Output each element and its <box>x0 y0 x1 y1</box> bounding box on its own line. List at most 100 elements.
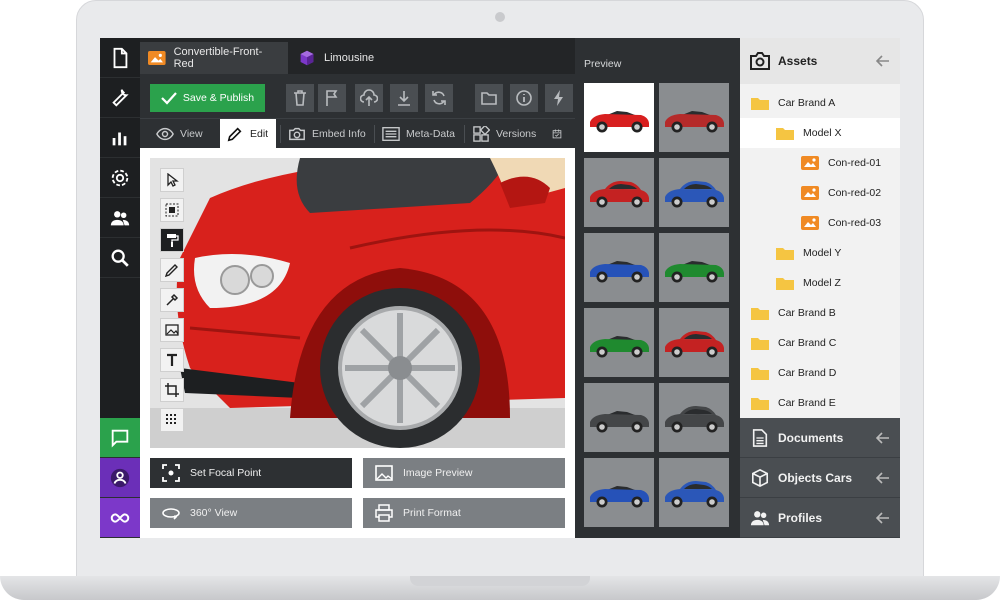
tab-meta-data[interactable]: Meta-Data <box>376 119 462 149</box>
profiles-section[interactable]: Profiles <box>740 498 900 538</box>
preview-thumbnail[interactable] <box>659 83 729 152</box>
document-icon <box>752 428 768 447</box>
print-format-button[interactable]: Print Format <box>363 498 565 528</box>
assets-header[interactable]: Assets <box>740 38 900 84</box>
profile-button[interactable] <box>100 458 140 498</box>
set-focal-point-button[interactable]: Set Focal Point <box>150 458 352 488</box>
folder-icon <box>481 92 497 105</box>
documents-nav-button[interactable] <box>100 38 140 78</box>
tab-embed-info[interactable]: Embed Info <box>282 119 372 149</box>
tree-folder-item[interactable]: Model Z <box>740 268 900 298</box>
versions-icon <box>473 126 490 142</box>
car-image <box>150 158 565 448</box>
objects-cars-section[interactable]: Objects Cars <box>740 458 900 498</box>
rotate-360-icon <box>162 508 180 520</box>
settings-nav-button[interactable] <box>100 158 140 198</box>
action-label: Print Format <box>403 507 461 519</box>
tree-folder-item[interactable]: Model Y <box>740 238 900 268</box>
color-picker-tool[interactable] <box>160 288 184 312</box>
select-cursor-tool[interactable] <box>160 168 184 192</box>
preview-thumbnail[interactable] <box>584 458 654 527</box>
car-thumbnail-image <box>665 330 724 357</box>
reports-nav-button[interactable] <box>100 118 140 158</box>
tree-item-label: Model Z <box>803 277 841 289</box>
arrow-left-icon[interactable] <box>876 511 890 525</box>
delete-button[interactable] <box>286 84 314 112</box>
draw-tool[interactable] <box>160 258 184 282</box>
tree-folder-item[interactable]: Car Brand B <box>740 298 900 328</box>
pattern-tool[interactable] <box>160 408 184 432</box>
tree-file-item[interactable]: Con-red-03 <box>740 208 900 238</box>
folder-button[interactable] <box>475 84 503 112</box>
section-label: Profiles <box>778 510 823 525</box>
preview-thumbnail[interactable] <box>584 383 654 452</box>
folder-icon <box>751 98 769 110</box>
tab-edit[interactable]: Edit <box>220 119 276 149</box>
tree-folder-item[interactable]: Model X <box>740 118 900 148</box>
users-icon <box>110 210 130 225</box>
tree-folder-item[interactable]: Car Brand E <box>740 388 900 418</box>
laptop-notch <box>410 576 590 586</box>
preview-thumbnail[interactable] <box>584 158 654 227</box>
car-thumbnail-image <box>590 110 649 132</box>
folder-icon <box>776 248 794 260</box>
tab-versions[interactable]: Versions <box>466 119 544 149</box>
tree-item-label: Car Brand A <box>778 97 836 109</box>
360-view-button[interactable]: 360° View <box>150 498 352 528</box>
preview-thumbnail[interactable] <box>659 383 729 452</box>
preview-thumbnail[interactable] <box>659 233 729 302</box>
search-nav-button[interactable] <box>100 238 140 278</box>
pencil-icon <box>227 127 242 142</box>
paint-tool[interactable] <box>160 228 184 252</box>
cursor-icon <box>167 173 179 187</box>
preview-thumbnail[interactable] <box>659 158 729 227</box>
marquee-tool[interactable] <box>160 198 184 222</box>
tree-item-label: Con-red-03 <box>828 217 882 229</box>
preview-thumbnail[interactable] <box>584 308 654 377</box>
users-nav-button[interactable] <box>100 198 140 238</box>
gear-icon <box>111 169 129 186</box>
upload-button[interactable] <box>355 84 383 112</box>
text-tool[interactable] <box>160 348 184 372</box>
image-canvas[interactable] <box>150 158 565 448</box>
tab-convertible-front-red[interactable]: Convertible-Front-Red <box>140 42 288 74</box>
car-thumbnail-image <box>590 335 649 357</box>
tree-folder-item[interactable]: Car Brand C <box>740 328 900 358</box>
preview-thumbnail[interactable] <box>659 308 729 377</box>
image-preview-button[interactable]: Image Preview <box>363 458 565 488</box>
documents-section[interactable]: Documents <box>740 418 900 458</box>
tree-folder-item[interactable]: Car Brand D <box>740 358 900 388</box>
quick-action-button[interactable] <box>545 84 573 112</box>
chat-button[interactable] <box>100 418 140 458</box>
tree-folder-item[interactable]: Car Brand A <box>740 88 900 118</box>
camera-icon <box>289 127 305 141</box>
tree-item-label: Model X <box>803 127 842 139</box>
image-tool[interactable] <box>160 318 184 342</box>
crop-tool[interactable] <box>160 378 184 402</box>
tab-label: Limousine <box>324 52 375 64</box>
preview-thumbnail[interactable] <box>584 233 654 302</box>
tree-file-item[interactable]: Con-red-02 <box>740 178 900 208</box>
refresh-button[interactable] <box>425 84 453 112</box>
tree-item-label: Car Brand E <box>778 397 836 409</box>
tree-file-item[interactable]: Con-red-01 <box>740 148 900 178</box>
arrow-left-icon[interactable] <box>876 471 890 485</box>
action-label: Set Focal Point <box>190 467 262 479</box>
save-publish-button[interactable]: Save & Publish <box>150 84 265 112</box>
tree-item-label: Car Brand C <box>778 337 837 349</box>
arrow-left-icon[interactable] <box>876 54 890 68</box>
tab-limousine[interactable]: Limousine <box>290 42 390 74</box>
car-thumbnail-image <box>590 180 649 207</box>
preview-thumbnail[interactable] <box>584 83 654 152</box>
info-button[interactable] <box>510 84 538 112</box>
printer-icon <box>375 504 393 522</box>
tab-view[interactable]: View <box>150 119 216 149</box>
tools-nav-button[interactable] <box>100 78 140 118</box>
download-button[interactable] <box>390 84 418 112</box>
infinity-button[interactable] <box>100 498 140 538</box>
preview-thumbnail[interactable] <box>659 458 729 527</box>
user-icon <box>110 468 130 487</box>
arrow-left-icon[interactable] <box>876 431 890 445</box>
flag-button[interactable] <box>318 84 346 112</box>
schedule-button[interactable] <box>546 119 574 149</box>
